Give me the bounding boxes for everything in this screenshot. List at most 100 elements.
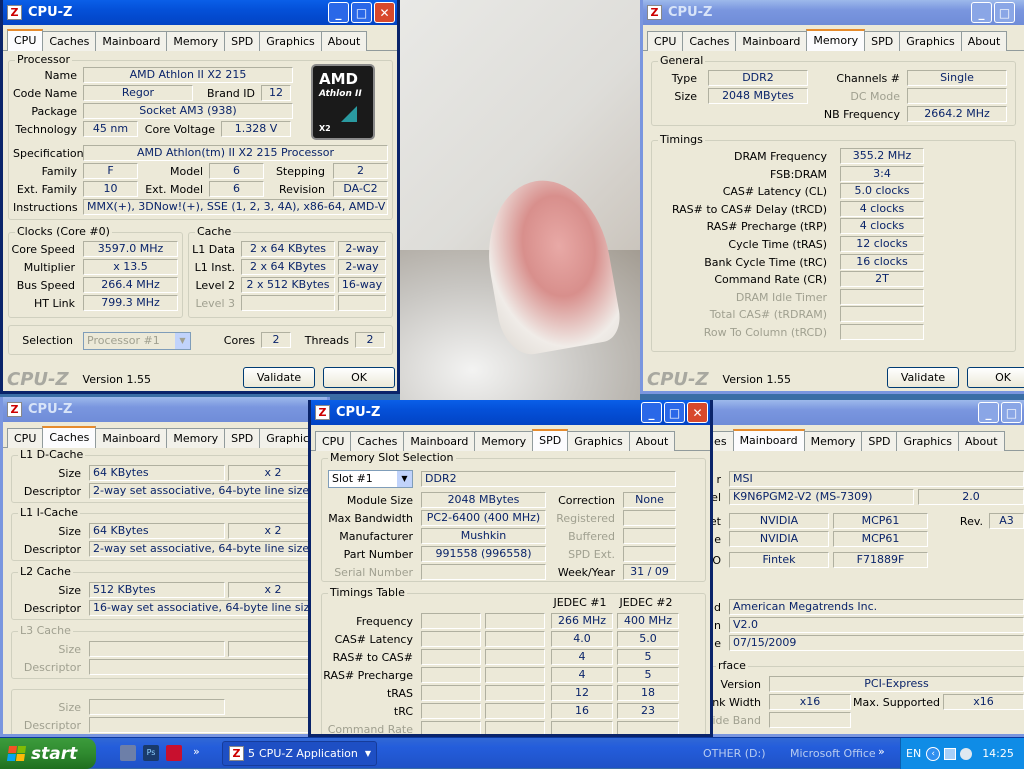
- photoshop-icon[interactable]: Ps: [143, 745, 159, 761]
- general-legend: General: [658, 54, 706, 67]
- maximize-button[interactable]: □: [351, 2, 372, 23]
- toolbar-overflow-icon[interactable]: »: [878, 745, 885, 758]
- tab-cpu[interactable]: CPU: [315, 431, 352, 451]
- tab-caches[interactable]: Caches: [42, 31, 97, 51]
- tab-caches[interactable]: Caches: [42, 426, 97, 448]
- minimize-button[interactable]: _: [641, 402, 662, 423]
- maximize-button[interactable]: □: [664, 402, 685, 423]
- network-icon[interactable]: [944, 747, 957, 760]
- chipset-value: MCP61: [833, 513, 928, 529]
- validate-button[interactable]: Validate: [243, 367, 315, 388]
- processor-legend: Processor: [15, 53, 72, 66]
- title-bar[interactable]: Z CPU-Z _ □: [643, 0, 1024, 25]
- tab-cpu[interactable]: CPU: [7, 428, 44, 448]
- l1i-size-value: 64 KBytes: [89, 523, 225, 539]
- spd-empty-cell: [485, 721, 545, 734]
- tab-mainboard[interactable]: Mainboard: [95, 31, 168, 51]
- tab-memory[interactable]: Memory: [474, 431, 534, 451]
- validate-button[interactable]: Validate: [887, 367, 959, 388]
- quicklaunch-app-icon[interactable]: [120, 745, 136, 761]
- codename-value: Regor: [83, 85, 193, 101]
- title-bar[interactable]: Z CPU-Z: [3, 397, 327, 422]
- tray-expand-icon[interactable]: ‹: [926, 746, 941, 761]
- l3-legend: L3 Cache: [18, 624, 73, 637]
- tab-memory[interactable]: Memory: [166, 428, 226, 448]
- start-button[interactable]: start: [0, 738, 96, 769]
- clock[interactable]: 14:25: [982, 747, 1014, 760]
- amd-athlon-ii-logo: AMD Athlon II X2: [311, 64, 375, 140]
- minimize-button[interactable]: _: [328, 2, 349, 23]
- minimize-button[interactable]: _: [971, 2, 992, 23]
- tab-cpu[interactable]: CPU: [7, 29, 44, 51]
- drive-toolbar-label[interactable]: OTHER (D:): [703, 747, 766, 760]
- channels-value: Single: [907, 70, 1007, 86]
- bus-speed-value: 266.4 MHz: [83, 277, 178, 293]
- chevron-down-icon[interactable]: ▼: [175, 333, 190, 349]
- tab-strip: CPU Caches Mainboard Memory SPD Graphics…: [643, 25, 1024, 51]
- multiplier-value: x 13.5: [83, 259, 178, 275]
- timing-label: FSB:DRAM: [769, 167, 827, 181]
- rev-label: Rev.: [959, 515, 983, 528]
- l1i-desc-label: Descriptor: [23, 543, 81, 556]
- tab-mainboard[interactable]: Mainboard: [732, 429, 805, 451]
- ok-button[interactable]: OK: [967, 367, 1024, 388]
- model-revision-value: 2.0: [918, 489, 1024, 505]
- slot-select[interactable]: Slot #1 ▼: [328, 470, 413, 488]
- l3-size-value: [89, 641, 225, 657]
- close-button[interactable]: ✕: [374, 2, 395, 23]
- jedec2-value: 18: [617, 685, 679, 701]
- spd-timing-label: CAS# Latency: [334, 633, 413, 646]
- cores-label: Cores: [223, 334, 255, 347]
- l3-desc-value: [89, 659, 319, 675]
- tab-about[interactable]: About: [628, 431, 676, 451]
- ext-family-value: 10: [83, 181, 138, 197]
- tab-strip: CPU Caches Mainboard Memory SPD Graphics: [3, 422, 327, 448]
- tab-memory[interactable]: Memory: [806, 29, 866, 51]
- minimize-button[interactable]: _: [978, 402, 999, 423]
- tab-spd[interactable]: SPD: [532, 429, 569, 451]
- language-indicator[interactable]: EN: [906, 747, 921, 760]
- tab-spd[interactable]: SPD: [864, 31, 901, 51]
- tab-mainboard[interactable]: Mainboard: [95, 428, 168, 448]
- tab-about[interactable]: About: [320, 31, 368, 51]
- processor-select[interactable]: Processor #1 ▼: [83, 332, 191, 350]
- pdf-reader-icon[interactable]: [166, 745, 182, 761]
- quicklaunch-overflow-icon[interactable]: »: [193, 745, 200, 758]
- tab-spd[interactable]: SPD: [861, 431, 898, 451]
- ok-button[interactable]: OK: [323, 367, 395, 388]
- tab-memory[interactable]: Memory: [166, 31, 226, 51]
- tab-caches[interactable]: Caches: [682, 31, 737, 51]
- chevron-down-icon[interactable]: ▼: [397, 471, 412, 487]
- maximize-button[interactable]: □: [994, 2, 1015, 23]
- core-voltage-value: 1.328 V: [221, 121, 291, 137]
- office-toolbar-label[interactable]: Microsoft Office: [790, 747, 876, 760]
- tab-memory[interactable]: Memory: [803, 431, 863, 451]
- tab-about[interactable]: About: [960, 31, 1008, 51]
- title-bar[interactable]: _ □: [693, 400, 1024, 425]
- tab-about[interactable]: About: [958, 431, 1005, 451]
- title-bar[interactable]: Z CPU-Z _ □ ✕: [311, 400, 710, 425]
- correction-value: None: [623, 492, 676, 508]
- taskbar-group-cpuz[interactable]: Z 5 CPU-Z Application ▼: [222, 741, 377, 766]
- timing-value: 3:4: [840, 165, 924, 182]
- window-title: CPU-Z: [28, 402, 73, 417]
- timing-value: 16 clocks: [840, 253, 924, 270]
- level2-value: 2 x 512 KBytes: [241, 277, 335, 293]
- tab-graphics[interactable]: Graphics: [899, 31, 962, 51]
- tab-spd[interactable]: SPD: [224, 428, 261, 448]
- tab-cpu[interactable]: CPU: [647, 31, 684, 51]
- tab-mainboard[interactable]: Mainboard: [403, 431, 476, 451]
- tab-graphics[interactable]: Graphics: [896, 431, 960, 451]
- maximize-button[interactable]: □: [1001, 402, 1022, 423]
- title-bar[interactable]: Z CPU-Z _ □ ✕: [3, 0, 397, 25]
- tab-graphics[interactable]: Graphics: [567, 431, 630, 451]
- close-button[interactable]: ✕: [687, 402, 708, 423]
- tab-spd[interactable]: SPD: [224, 31, 261, 51]
- l1d-desc-label: Descriptor: [23, 485, 81, 498]
- tab-caches[interactable]: Caches: [350, 431, 405, 451]
- tab-graphics[interactable]: Graphics: [259, 31, 322, 51]
- security-icon[interactable]: [960, 747, 973, 760]
- cpuz-logo: CPU-Z: [647, 368, 709, 390]
- tab-mainboard[interactable]: Mainboard: [735, 31, 808, 51]
- lpcio-vendor-value: Fintek: [729, 552, 829, 568]
